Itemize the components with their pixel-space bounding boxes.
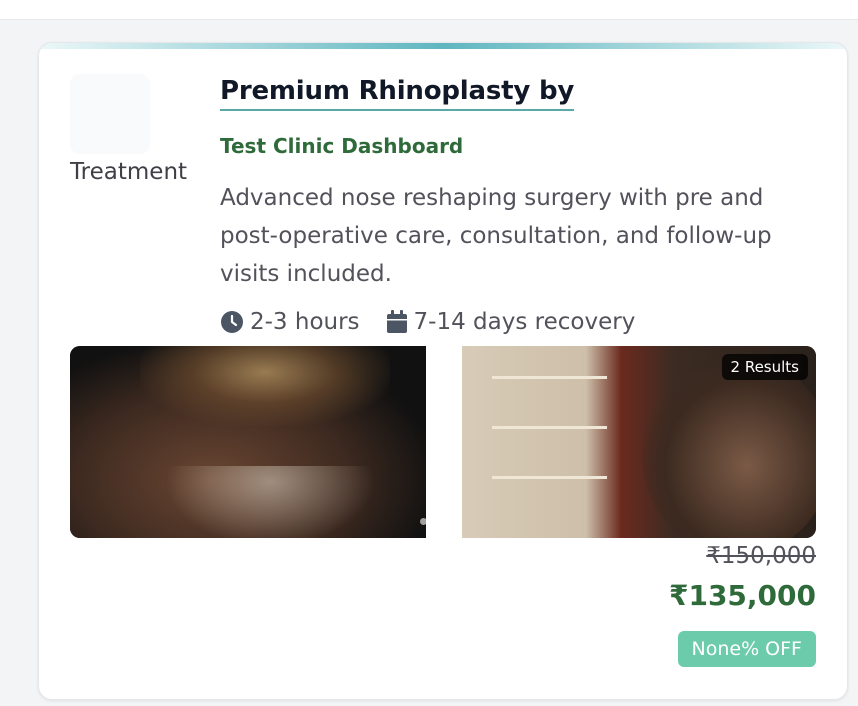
treatment-title: Premium Rhinoplasty by (220, 76, 575, 106)
recovery-text: 7-14 days recovery (413, 309, 636, 335)
treatment-meta: 2-3 hours 7-14 days recovery (220, 309, 661, 335)
current-price: ₹135,000 (668, 579, 816, 612)
before-photo-face (165, 466, 375, 538)
duration-info: 2-3 hours (220, 309, 360, 335)
thumbnail-label: Treatment (70, 159, 188, 185)
pagination-dot[interactable] (433, 518, 440, 525)
treatment-card[interactable]: Treatment Premium Rhinoplasty by Test Cl… (38, 42, 848, 700)
photo-shelf (492, 376, 607, 379)
after-photo-subject (642, 356, 816, 538)
gallery-divider (426, 346, 462, 538)
calendar-icon (386, 310, 407, 333)
discount-badge: None% OFF (677, 631, 816, 667)
pagination-dot[interactable] (420, 518, 427, 525)
top-strip (0, 0, 858, 20)
photo-shelf (492, 426, 607, 429)
recovery-info: 7-14 days recovery (386, 309, 636, 335)
results-count-badge: 2 Results (721, 354, 808, 380)
duration-text: 2-3 hours (250, 309, 360, 335)
clinic-name[interactable]: Test Clinic Dashboard (220, 134, 463, 158)
gallery-pagination[interactable] (420, 518, 446, 525)
treatment-description: Advanced nose reshaping surgery with pre… (220, 185, 772, 287)
before-photo[interactable] (70, 346, 426, 538)
card-accent-bar (39, 43, 847, 49)
results-gallery[interactable]: 2 Results (70, 346, 816, 538)
treatment-thumbnail (70, 74, 150, 154)
clock-icon (221, 311, 243, 333)
before-photo-hair (140, 346, 390, 426)
treatment-title-link[interactable]: Premium Rhinoplasty by (220, 76, 574, 111)
photo-shelf (492, 476, 607, 479)
original-price: ₹150,000 (706, 543, 816, 569)
